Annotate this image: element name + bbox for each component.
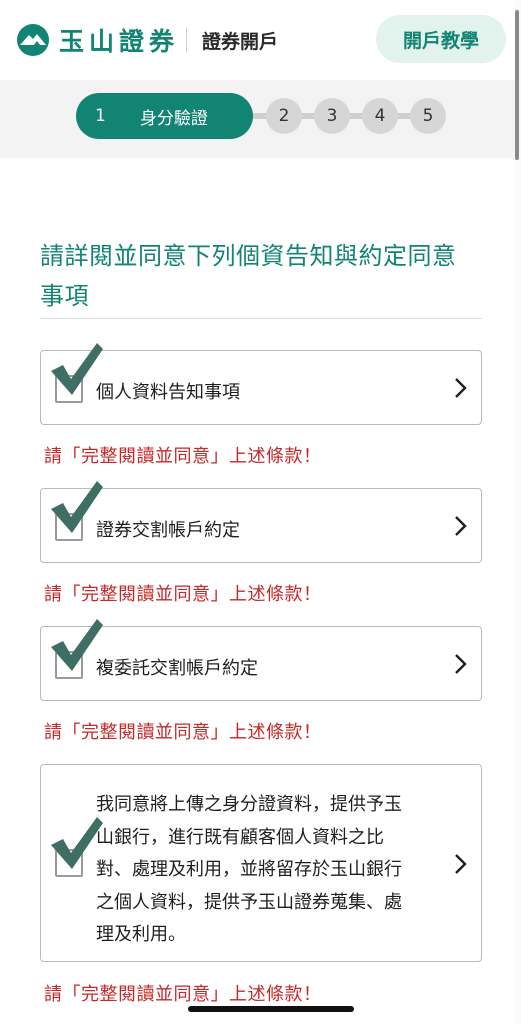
step-5: 5	[410, 98, 446, 134]
agreement-card-personal-data[interactable]: 個人資料告知事項	[40, 343, 482, 425]
section-title-line-2: 事項	[40, 282, 89, 310]
chevron-right-icon	[455, 516, 467, 536]
brand-logo[interactable]: 玉山證券	[16, 22, 179, 58]
chevron-right-icon	[455, 378, 467, 398]
consent-line: 理及利用。	[96, 924, 186, 945]
step-3: 3	[314, 98, 350, 134]
agreement-label: 複委託交割帳戶約定	[96, 658, 258, 679]
agreement-warning: 請「完整閱讀並同意」上述條款！	[44, 584, 322, 605]
agreement-card-sub-brokerage-account[interactable]: 複委託交割帳戶約定	[40, 619, 482, 701]
step-label: 身分驗證	[139, 108, 208, 129]
step-2: 2	[266, 98, 302, 134]
step-number: 1	[95, 106, 106, 126]
step-1-active: 1 身分驗證	[76, 93, 253, 139]
agreement-label: 證券交割帳戶約定	[96, 520, 240, 541]
page-title: 證券開戶	[202, 31, 279, 53]
consent-line: 對、處理及利用，並將留存於玉山銀行	[96, 859, 402, 880]
agreement-warning: 請「完整閱讀並同意」上述條款！	[44, 722, 322, 743]
step-4: 4	[362, 98, 398, 134]
consent-warning: 請「完整閱讀並同意」上述條款！	[44, 984, 322, 1005]
yushan-mountain-logo-icon	[17, 24, 49, 56]
consent-line: 之個人資料，提供予玉山證券蒐集、處	[96, 891, 402, 913]
consent-line: 我同意將上傳之身分證資料，提供予玉	[96, 794, 402, 815]
consent-text: 我同意將上傳之身分證資料，提供予玉 山銀行，進行既有顧客個人資料之比 對、處理及…	[96, 789, 458, 952]
tutorial-button[interactable]: 開戶教學	[376, 15, 506, 63]
section-title: 請詳閱並同意下列個資告知與約定同意 事項	[40, 236, 490, 316]
app-header: 玉山證券 證券開戶 開戶教學	[0, 0, 521, 80]
home-indicator[interactable]	[188, 1006, 354, 1012]
title-divider	[40, 318, 482, 319]
scrollbar-thumb[interactable]	[515, 10, 519, 160]
section-title-line-1: 請詳閱並同意下列個資告知與約定同意	[40, 242, 457, 270]
consent-card-id-data-sharing[interactable]: 我同意將上傳之身分證資料，提供予玉 山銀行，進行既有顧客個人資料之比 對、處理及…	[40, 764, 482, 962]
consent-line: 山銀行，進行既有顧客個人資料之比	[96, 826, 384, 848]
agreement-warning: 請「完整閱讀並同意」上述條款！	[44, 446, 322, 467]
chevron-right-icon	[455, 654, 467, 674]
agreement-card-settlement-account[interactable]: 證券交割帳戶約定	[40, 481, 482, 563]
agreement-label: 個人資料告知事項	[96, 382, 240, 403]
header-divider	[186, 28, 187, 52]
chevron-right-icon	[455, 854, 467, 874]
brand-name: 玉山證券	[59, 27, 180, 56]
